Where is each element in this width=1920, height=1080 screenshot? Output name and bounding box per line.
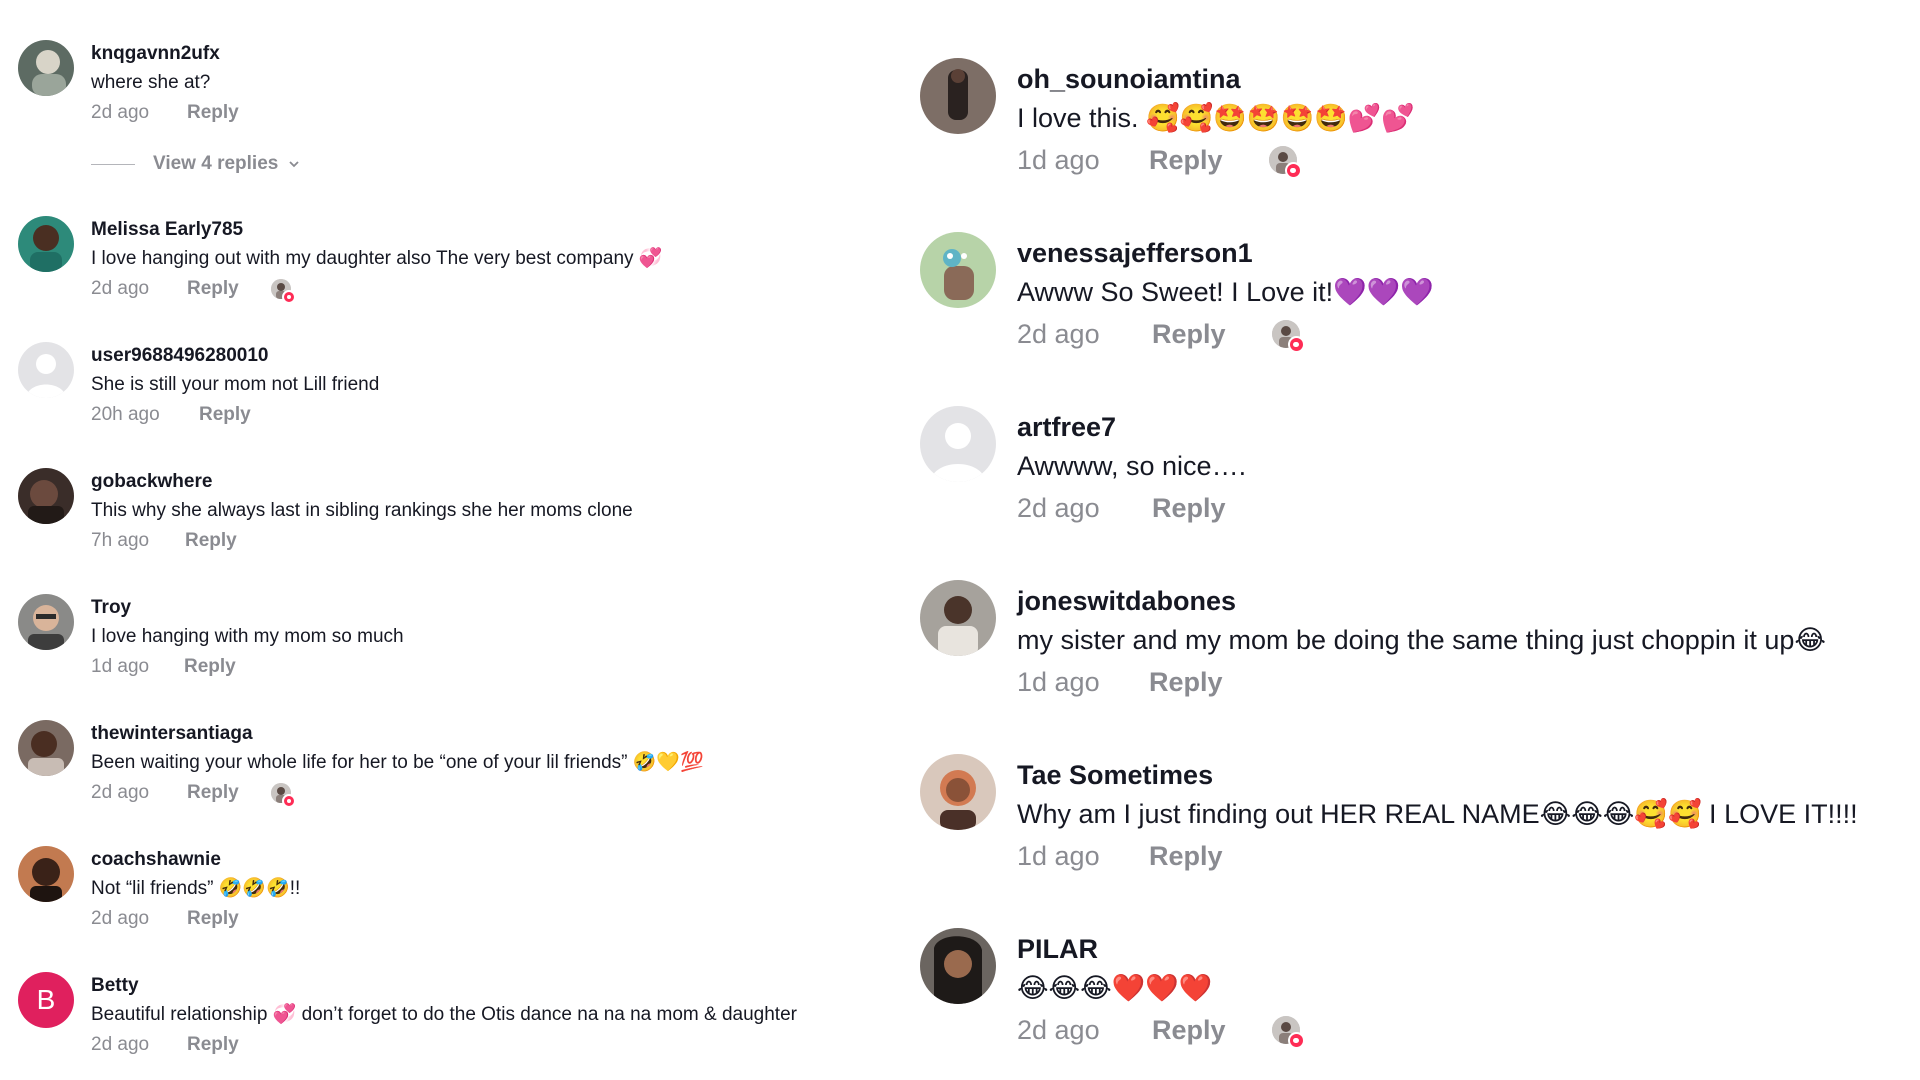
default-profile-icon bbox=[920, 406, 996, 482]
avatar[interactable] bbox=[920, 580, 996, 656]
liked-by-creator-icon bbox=[1268, 146, 1302, 179]
reply-button[interactable]: Reply bbox=[1152, 491, 1226, 525]
comment-text: 😂😂😂❤️❤️❤️ bbox=[1017, 973, 1213, 1003]
comment-username[interactable]: oh_sounoiamtina bbox=[1017, 62, 1415, 96]
reply-button[interactable]: Reply bbox=[1149, 665, 1223, 699]
liked-by-creator-icon bbox=[1271, 320, 1305, 353]
reply-button[interactable]: Reply bbox=[187, 907, 239, 931]
divider-line bbox=[91, 163, 135, 165]
comment-text: Awwww, so nice…. bbox=[1017, 451, 1247, 481]
comment-username[interactable]: Melissa Early785 bbox=[91, 218, 662, 242]
comment-text: Not “lil friends” 🤣🤣🤣!! bbox=[91, 878, 301, 899]
reply-button[interactable]: Reply bbox=[184, 655, 236, 679]
reply-button[interactable]: Reply bbox=[187, 277, 239, 301]
comment-text: She is still your mom not Lill friend bbox=[91, 374, 380, 395]
reply-button[interactable]: Reply bbox=[1149, 143, 1223, 177]
comment-text: Why am I just finding out HER REAL NAME😂… bbox=[1017, 799, 1858, 829]
default-profile-icon bbox=[18, 342, 74, 398]
comment-username[interactable]: Betty bbox=[91, 974, 797, 998]
avatar[interactable] bbox=[18, 846, 74, 902]
comment-text: I love hanging with my mom so much bbox=[91, 626, 404, 647]
avatar[interactable] bbox=[920, 754, 996, 830]
reply-button[interactable]: Reply bbox=[1152, 1013, 1226, 1047]
comment-username[interactable]: thewintersantiaga bbox=[91, 722, 704, 746]
comment-time: 1d ago bbox=[1017, 145, 1100, 175]
avatar[interactable] bbox=[18, 40, 74, 96]
avatar[interactable] bbox=[920, 232, 996, 308]
comment-time: 2d ago bbox=[1017, 1015, 1100, 1045]
avatar[interactable] bbox=[18, 216, 74, 272]
comment-username[interactable]: coachshawnie bbox=[91, 848, 300, 872]
liked-by-creator-icon bbox=[1271, 1016, 1305, 1049]
comment-username[interactable]: artfree7 bbox=[1017, 410, 1272, 444]
avatar[interactable] bbox=[920, 406, 996, 482]
comment-username[interactable]: user9688496280010 bbox=[91, 344, 379, 368]
comment-time: 2d ago bbox=[1017, 493, 1100, 523]
comment-time: 2d ago bbox=[91, 908, 150, 929]
reply-button[interactable]: Reply bbox=[199, 403, 251, 427]
avatar[interactable]: B bbox=[18, 972, 74, 1028]
avatar[interactable] bbox=[18, 342, 74, 398]
comment-text: Awww So Sweet! I Love it!💜💜💜 bbox=[1017, 277, 1434, 307]
reply-button[interactable]: Reply bbox=[187, 101, 239, 125]
comment-time: 2d ago bbox=[91, 102, 150, 123]
comment-text: Beautiful relationship 💞 don’t forget to… bbox=[91, 1004, 797, 1025]
comment-time: 2d ago bbox=[91, 278, 150, 299]
comment-text: my sister and my mom be doing the same t… bbox=[1017, 625, 1826, 655]
view-replies-button[interactable]: View 4 replies bbox=[91, 153, 300, 175]
comment-username[interactable]: knqgavnn2ufx bbox=[91, 42, 271, 66]
comment-text: This why she always last in sibling rank… bbox=[91, 500, 633, 521]
avatar[interactable] bbox=[18, 720, 74, 776]
comment-text: I love this. 🥰🥰🤩🤩🤩🤩💕💕 bbox=[1017, 103, 1415, 133]
comment-username[interactable]: joneswitdabones bbox=[1017, 584, 1826, 618]
comment-username[interactable]: gobackwhere bbox=[91, 470, 633, 494]
avatar[interactable] bbox=[920, 928, 996, 1004]
avatar[interactable] bbox=[920, 58, 996, 134]
comment-username[interactable]: venessajefferson1 bbox=[1017, 236, 1434, 270]
comment-time: 1d ago bbox=[1017, 667, 1100, 697]
chevron-down-icon bbox=[289, 161, 299, 168]
reply-button[interactable]: Reply bbox=[185, 529, 237, 553]
comment-time: 1d ago bbox=[91, 656, 150, 677]
comment-username[interactable]: Troy bbox=[91, 596, 404, 620]
comment-text: where she at? bbox=[91, 72, 211, 93]
avatar[interactable] bbox=[18, 594, 74, 650]
reply-button[interactable]: Reply bbox=[1149, 839, 1223, 873]
comment-time: 2d ago bbox=[91, 782, 150, 803]
reply-button[interactable]: Reply bbox=[187, 781, 239, 805]
liked-by-creator-icon bbox=[270, 783, 296, 808]
comment-username[interactable]: PILAR bbox=[1017, 932, 1300, 966]
comment-text: Been waiting your whole life for her to … bbox=[91, 752, 704, 773]
comment-time: 1d ago bbox=[1017, 841, 1100, 871]
comment-time: 2d ago bbox=[91, 1034, 150, 1055]
reply-button[interactable]: Reply bbox=[1152, 317, 1226, 351]
comment-time: 2d ago bbox=[1017, 319, 1100, 349]
letter-avatar: B bbox=[18, 972, 74, 1028]
reply-button[interactable]: Reply bbox=[187, 1033, 239, 1057]
comment-text: I love hanging out with my daughter also… bbox=[91, 248, 663, 269]
avatar[interactable] bbox=[18, 468, 74, 524]
liked-by-creator-icon bbox=[270, 279, 296, 304]
view-replies-label: View 4 replies bbox=[153, 153, 279, 174]
comment-time: 20h ago bbox=[91, 404, 160, 425]
comment-username[interactable]: Tae Sometimes bbox=[1017, 758, 1858, 792]
comment-time: 7h ago bbox=[91, 530, 150, 551]
